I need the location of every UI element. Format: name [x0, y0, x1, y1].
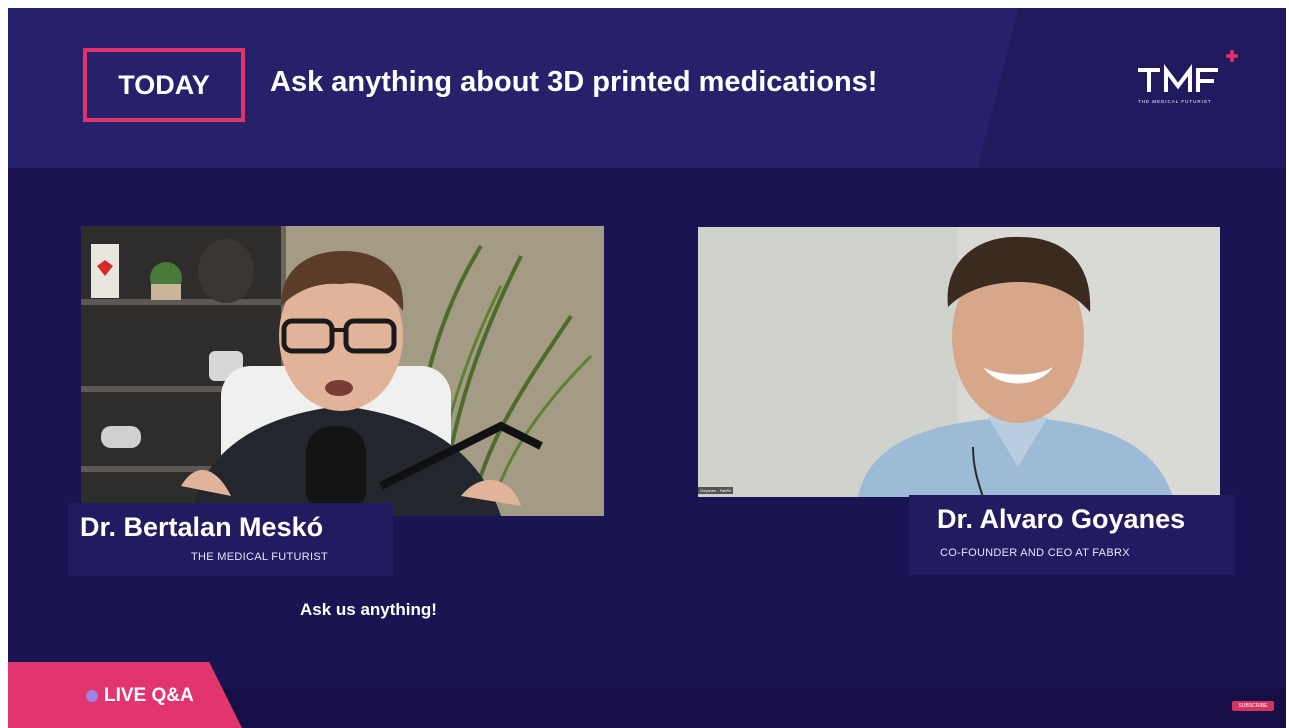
host-right-video-image	[698, 227, 1220, 497]
host-name-left: Dr. Bertalan Meskó	[80, 512, 324, 542]
live-indicator-dot-icon	[86, 690, 98, 702]
live-qa-label: LIVE Q&A	[104, 685, 194, 706]
host-left-video-image	[81, 226, 604, 516]
video-right-tag: Goyanes - FabRx	[698, 487, 734, 494]
ask-us-anything: Ask us anything!	[300, 600, 437, 619]
video-feed-left	[81, 226, 604, 516]
host-name-right: Dr. Alvaro Goyanes	[937, 504, 1186, 534]
host-role-left: THE MEDICAL FUTURIST	[191, 551, 328, 563]
name-plate-right: Dr. Alvaro Goyanes CO-FOUNDER AND CEO AT…	[909, 495, 1234, 575]
name-plate-left: Dr. Bertalan Meskó THE MEDICAL FUTURIST	[68, 503, 393, 576]
logo-tagline: THE MEDICAL FUTURIST	[1138, 99, 1212, 104]
subscribe-button[interactable]: SUBSCRIBE	[1232, 701, 1274, 711]
today-badge: TODAY	[83, 48, 245, 122]
today-label: TODAY	[118, 69, 210, 100]
host-role-right: CO-FOUNDER AND CEO AT FABRX	[940, 547, 1130, 559]
video-feed-right: Goyanes - FabRx	[698, 227, 1220, 497]
headline: Ask anything about 3D printed medication…	[270, 66, 878, 98]
stream-stage: TODAY Ask anything about 3D printed medi…	[8, 8, 1286, 728]
tmf-logo: THE MEDICAL FUTURIST	[1138, 50, 1238, 104]
